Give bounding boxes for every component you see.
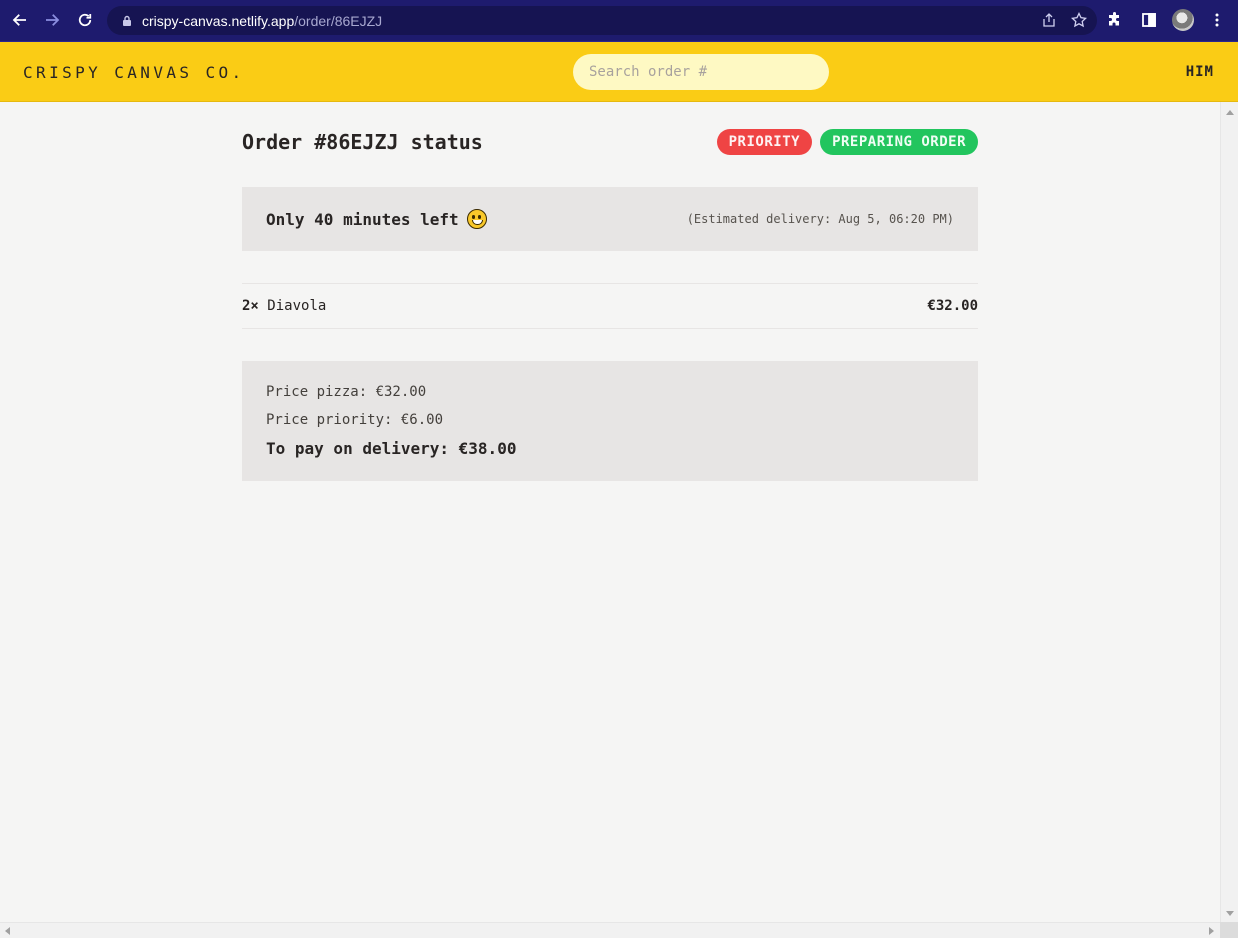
to-pay-on-delivery: To pay on delivery: €38.00 (266, 439, 517, 458)
order-items-list: 2× Diavola €32.00 (242, 283, 978, 329)
share-icon[interactable] (1041, 12, 1057, 28)
price-pizza: Price pizza: €32.00 (266, 384, 427, 400)
lock-icon (123, 15, 131, 26)
profile-button[interactable] (1170, 6, 1196, 34)
item-description: 2× Diavola (242, 298, 326, 314)
side-panel-icon (1142, 13, 1156, 27)
price-summary-panel: Price pizza: €32.00 Price priority: €6.0… (242, 361, 978, 481)
grinning-face-icon (466, 209, 487, 229)
address-bar[interactable]: crispy-canvas.netlify.app/order/86EJZJ (107, 6, 1097, 35)
url-host: crispy-canvas.netlify.app (142, 12, 295, 29)
arrow-right-icon (46, 14, 60, 26)
browser-toolbar: crispy-canvas.netlify.app/order/86EJZJ (0, 0, 1238, 42)
priority-badge: PRIORITY (716, 129, 813, 155)
item-name: Diavola (267, 298, 327, 314)
status-badge: PREPARING ORDER (820, 129, 978, 155)
item-price: €32.00 (927, 298, 978, 314)
price-priority: Price priority: €6.00 (266, 412, 444, 428)
puzzle-icon (1109, 12, 1119, 26)
app-header: CRISPY CANVAS CO. HIM (0, 42, 1238, 102)
arrow-left-icon (12, 14, 26, 26)
scroll-left-icon[interactable] (5, 927, 10, 935)
logo-link[interactable]: CRISPY CANVAS CO. (23, 63, 245, 82)
delivery-eta-panel: Only 40 minutes left (Estimated delivery… (242, 187, 978, 251)
reload-icon (78, 13, 92, 27)
list-item: 2× Diavola €32.00 (242, 284, 978, 328)
page-title: Order #86EJZJ status (242, 130, 483, 154)
avatar (1172, 9, 1194, 31)
scroll-right-icon[interactable] (1209, 927, 1214, 935)
reload-button[interactable] (69, 4, 101, 36)
more-vert-icon (1215, 13, 1219, 27)
forward-button[interactable] (36, 4, 68, 36)
scrollbar-corner (1220, 922, 1238, 938)
star-icon[interactable] (1071, 12, 1087, 28)
horizontal-scrollbar[interactable] (0, 922, 1238, 938)
eta-message: Only 40 minutes left (266, 209, 487, 229)
item-quantity: 2× (242, 298, 259, 314)
vertical-scrollbar[interactable] (1220, 102, 1238, 922)
username: HIM (1185, 64, 1214, 80)
extensions-button[interactable] (1102, 6, 1128, 34)
menu-button[interactable] (1204, 6, 1230, 34)
search-order-input[interactable] (573, 54, 829, 90)
scroll-down-icon[interactable] (1226, 911, 1234, 916)
estimated-delivery: (Estimated delivery: Aug 5, 06:20 PM) (686, 212, 954, 226)
back-button[interactable] (4, 4, 36, 36)
eta-text: Only 40 minutes left (266, 209, 459, 229)
scroll-up-icon[interactable] (1226, 110, 1234, 115)
status-badges: PRIORITY PREPARING ORDER (716, 129, 978, 155)
side-panel-button[interactable] (1136, 6, 1162, 34)
url-path: /order/86EJZJ (294, 12, 383, 29)
